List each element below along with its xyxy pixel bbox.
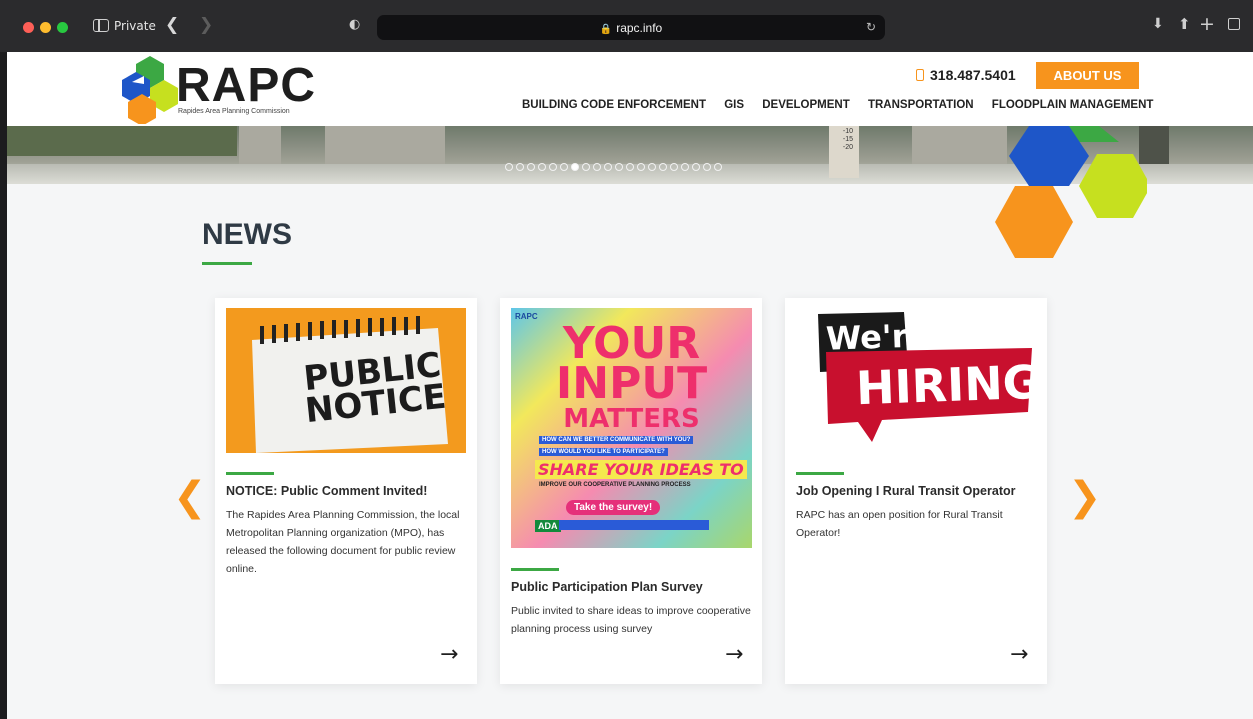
close-window-button[interactable]: [23, 22, 34, 33]
carousel-next-icon[interactable]: ❯: [1068, 474, 1102, 520]
survey-image-title-3: MATTERS: [563, 404, 700, 434]
arrow-right-icon[interactable]: →: [1010, 642, 1028, 667]
logo-hexagons-icon: [122, 56, 178, 124]
logo-tagline: Rapides Area Planning Commission: [178, 108, 290, 115]
slider-dot[interactable]: [637, 163, 645, 171]
private-label: Private: [114, 19, 156, 33]
logo-text: RAPC: [176, 59, 317, 112]
nav-gis[interactable]: GIS: [724, 99, 744, 111]
about-us-button[interactable]: ABOUT US: [1036, 62, 1139, 89]
slider-dot[interactable]: [593, 163, 601, 171]
slider-dot[interactable]: [692, 163, 700, 171]
survey-image-line-2: HOW WOULD YOU LIKE TO PARTICIPATE?: [539, 448, 668, 456]
slider-dot[interactable]: [549, 163, 557, 171]
slider-dot[interactable]: [626, 163, 634, 171]
slider-dot[interactable]: [582, 163, 590, 171]
survey-image-logo: RAPC: [515, 312, 538, 321]
tab-overview-icon[interactable]: [1228, 18, 1240, 30]
forward-icon[interactable]: ❯: [199, 15, 213, 35]
news-card-title[interactable]: Job Opening I Rural Transit Operator: [796, 484, 1041, 498]
shield-icon[interactable]: ◐: [349, 17, 360, 32]
news-card-text: The Rapides Area Planning Commission, th…: [226, 509, 460, 575]
hiring-image: We're HIRING: [796, 308, 1036, 453]
back-icon[interactable]: ❮: [165, 15, 179, 35]
phone-text: 318.487.5401: [930, 67, 1016, 83]
slider-dot[interactable]: [538, 163, 546, 171]
public-notice-image: PUBLIC NOTICE: [226, 308, 466, 453]
slider-dot[interactable]: [659, 163, 667, 171]
sidebar-icon[interactable]: [93, 19, 109, 32]
news-card-job-opening[interactable]: We're HIRING Job Opening I Rural Transit…: [785, 298, 1047, 684]
news-card-public-notice[interactable]: PUBLIC NOTICE NOTICE: Public Comment Inv…: [215, 298, 477, 684]
url-text: rapc.info: [616, 21, 663, 35]
nav-floodplain[interactable]: FLOODPLAIN MANAGEMENT: [992, 99, 1154, 111]
slider-dot[interactable]: [703, 163, 711, 171]
slider-dot[interactable]: [714, 163, 722, 171]
hiring-image-title-1: We're: [825, 316, 930, 358]
news-card-title[interactable]: NOTICE: Public Comment Invited!: [226, 484, 471, 498]
survey-image-button: Take the survey!: [566, 500, 661, 515]
slider-dot[interactable]: [648, 163, 656, 171]
slider-dots: [505, 163, 722, 171]
survey-image-ada: ADA: [535, 520, 561, 532]
survey-image-line-3: SHARE YOUR IDEAS TO: [535, 460, 747, 479]
hiring-image-title-2: HIRING: [855, 354, 1036, 416]
lock-icon: 🔒: [599, 24, 613, 35]
carousel-prev-icon[interactable]: ❮: [173, 474, 207, 520]
survey-image: RAPC YOUR INPUT MATTERS HOW CAN WE BETTE…: [511, 308, 752, 548]
browser-toolbar: Private ❮ ❯ ◐ 🔒 rapc.info ↻ ⬇ ⬆ +: [0, 0, 1253, 52]
slider-dot[interactable]: [670, 163, 678, 171]
news-heading-underline: [202, 262, 252, 265]
slider-dot[interactable]: [604, 163, 612, 171]
water-gauge: -10 -15 -20: [829, 126, 859, 178]
site-logo[interactable]: RAPC Rapides Area Planning Commission: [120, 54, 330, 124]
downloads-icon[interactable]: ⬇: [1152, 16, 1164, 32]
news-card-title[interactable]: Public Participation Plan Survey: [511, 580, 756, 594]
arrow-right-icon[interactable]: →: [725, 642, 743, 667]
minimize-window-button[interactable]: [40, 22, 51, 33]
arrow-right-icon[interactable]: →: [440, 642, 458, 667]
news-heading: NEWS: [202, 218, 292, 251]
slider-dot[interactable]: [516, 163, 524, 171]
survey-image-line-4: IMPROVE OUR COOPERATIVE PLANNING PROCESS: [539, 482, 691, 488]
news-card-survey[interactable]: RAPC YOUR INPUT MATTERS HOW CAN WE BETTE…: [500, 298, 762, 684]
web-page: RAPC Rapides Area Planning Commission 31…: [7, 52, 1253, 719]
nav-development[interactable]: DEVELOPMENT: [762, 99, 850, 111]
hero-image: [7, 126, 237, 156]
address-bar[interactable]: 🔒 rapc.info ↻: [377, 15, 885, 40]
reload-icon[interactable]: ↻: [866, 20, 876, 34]
zoom-window-button[interactable]: [57, 22, 68, 33]
slider-dot[interactable]: [615, 163, 623, 171]
survey-image-line-1: HOW CAN WE BETTER COMMUNICATE WITH YOU?: [539, 436, 694, 444]
share-icon[interactable]: ⬆: [1178, 15, 1191, 33]
main-nav: BUILDING CODE ENFORCEMENT GIS DEVELOPMEN…: [522, 99, 1168, 111]
news-card-text: Public invited to share ideas to improve…: [511, 605, 751, 635]
slider-dot[interactable]: [505, 163, 513, 171]
nav-building-code[interactable]: BUILDING CODE ENFORCEMENT: [522, 99, 706, 111]
nav-transportation[interactable]: TRANSPORTATION: [868, 99, 974, 111]
news-card-text: RAPC has an open position for Rural Tran…: [796, 509, 1003, 539]
survey-image-title-2: INPUT: [555, 358, 708, 409]
site-header: RAPC Rapides Area Planning Commission 31…: [7, 52, 1253, 126]
phone-number[interactable]: 318.487.5401: [916, 67, 1016, 83]
slider-dot[interactable]: [527, 163, 535, 171]
new-tab-icon[interactable]: +: [1199, 13, 1215, 35]
public-notice-image-text: PUBLIC NOTICE: [301, 344, 449, 432]
decorative-hexagons: [995, 126, 1147, 258]
slider-dot[interactable]: [560, 163, 568, 171]
slider-dot[interactable]: [571, 163, 579, 171]
phone-icon: [916, 69, 924, 81]
slider-dot[interactable]: [681, 163, 689, 171]
